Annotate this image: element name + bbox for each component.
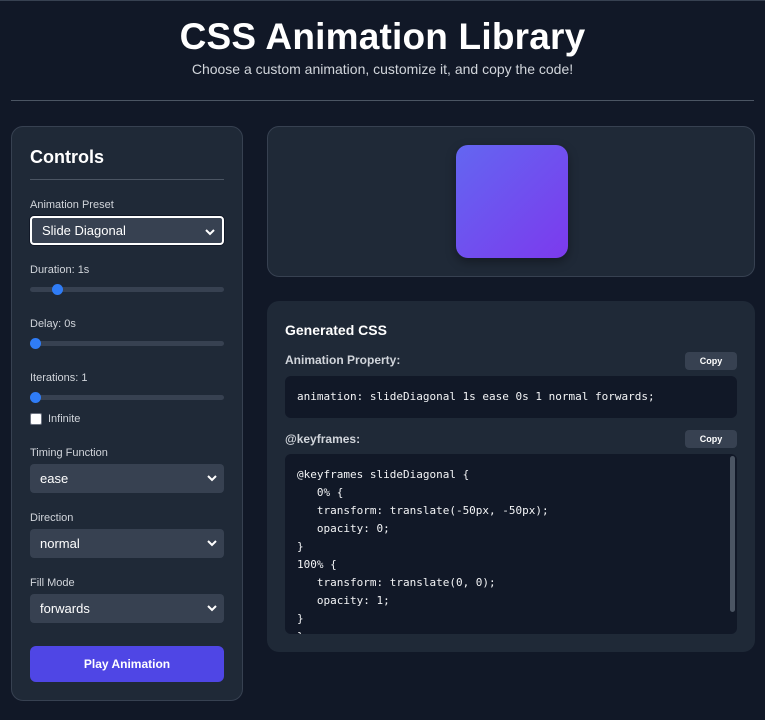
page-title: CSS Animation Library (179, 16, 586, 57)
preset-select-value: Slide Diagonal (42, 223, 126, 238)
keyframes-code: @keyframes slideDiagonal { 0% { transfor… (297, 468, 549, 634)
direction-select-value: normal (40, 536, 80, 551)
preset-select[interactable]: Slide Diagonal (30, 216, 224, 245)
duration-slider-thumb[interactable] (51, 284, 63, 295)
keyframes-scrollbar[interactable] (730, 456, 735, 612)
animation-property-code: animation: slideDiagonal 1s ease 0s 1 no… (285, 376, 737, 418)
page-header: CSS Animation Library Choose a custom an… (0, 1, 765, 77)
generated-css-title: Generated CSS (285, 322, 387, 338)
infinite-checkbox[interactable] (30, 413, 42, 425)
page-subtitle: Choose a custom animation, customize it,… (191, 61, 574, 77)
fill-mode-select-value: forwards (40, 601, 90, 616)
duration-label: Duration: 1s (30, 264, 90, 276)
direction-label: Direction (30, 512, 74, 524)
copy-property-button[interactable]: Copy (685, 352, 737, 370)
infinite-label: Infinite (48, 413, 81, 425)
duration-slider[interactable] (30, 284, 224, 295)
play-animation-button[interactable]: Play Animation (30, 646, 224, 682)
keyframes-label: @keyframes: (285, 432, 361, 446)
chevron-down-icon (207, 540, 217, 547)
delay-slider[interactable] (30, 338, 224, 349)
timing-select[interactable]: ease (30, 464, 224, 493)
controls-panel: Controls Animation Preset Slide Diagonal… (11, 126, 243, 701)
controls-title: Controls (30, 147, 104, 167)
header-divider (11, 100, 754, 101)
delay-label: Delay: 0s (30, 318, 76, 330)
preset-label: Animation Preset (30, 199, 114, 211)
copy-keyframes-button[interactable]: Copy (685, 430, 737, 448)
iterations-label: Iterations: 1 (30, 372, 88, 384)
direction-select[interactable]: normal (30, 529, 224, 558)
chevron-down-icon (205, 229, 215, 236)
iterations-slider[interactable] (30, 392, 224, 403)
delay-slider-thumb[interactable] (30, 338, 41, 349)
keyframes-code-box: @keyframes slideDiagonal { 0% { transfor… (285, 454, 737, 634)
preview-panel (267, 126, 755, 277)
animation-property-label: Animation Property: (285, 353, 401, 367)
animation-preview-box (456, 145, 568, 258)
fill-mode-label: Fill Mode (30, 577, 75, 589)
timing-label: Timing Function (30, 447, 108, 459)
fill-mode-select[interactable]: forwards (30, 594, 224, 623)
chevron-down-icon (207, 475, 217, 482)
iterations-slider-thumb[interactable] (30, 392, 41, 403)
generated-css-panel: Generated CSS Animation Property: Copy a… (267, 301, 755, 652)
controls-divider (30, 179, 224, 180)
timing-select-value: ease (40, 471, 69, 486)
chevron-down-icon (207, 605, 217, 612)
